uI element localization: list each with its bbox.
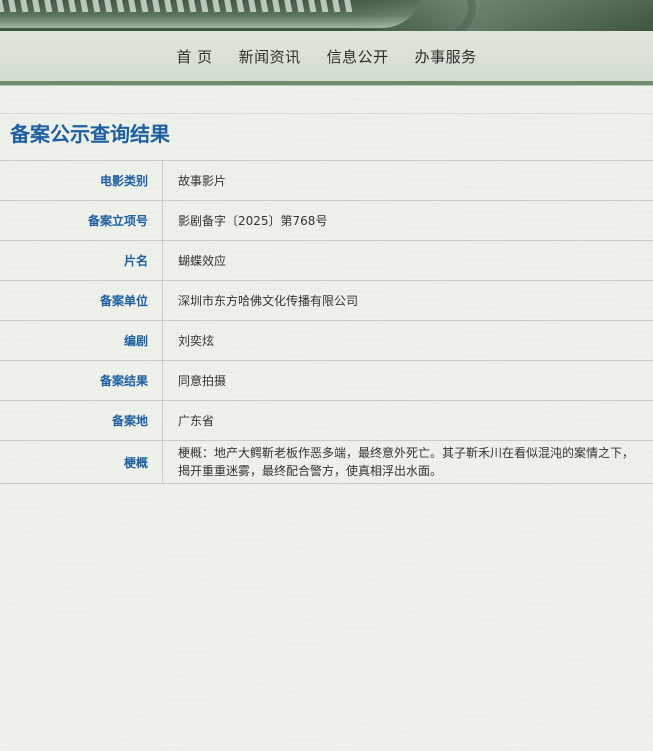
table-row: 电影类别 故事影片 bbox=[0, 161, 653, 201]
row-value-film-category: 故事影片 bbox=[178, 173, 227, 188]
table-row: 备案单位 深圳市东方哈佛文化传播有限公司 bbox=[0, 281, 653, 321]
table-row: 备案地 广东省 bbox=[0, 401, 653, 441]
nav-item-services[interactable]: 办事服务 bbox=[402, 46, 490, 67]
row-value-filing-result: 同意拍摄 bbox=[178, 373, 227, 388]
nav-item-news[interactable]: 新闻资讯 bbox=[226, 46, 314, 67]
row-label-filing-location: 备案地 bbox=[0, 401, 163, 440]
row-value-filing-number: 影剧备字〔2025〕第768号 bbox=[178, 213, 328, 228]
nav-item-home[interactable]: 首 页 bbox=[163, 46, 225, 67]
row-value-filing-location: 广东省 bbox=[178, 413, 215, 428]
table-row: 梗概 梗概：地产大鳄靳老板作恶多端，最终意外死亡。其子靳禾川在看似混沌的案情之下… bbox=[0, 441, 653, 484]
table-row: 片名 蝴蝶效应 bbox=[0, 241, 653, 281]
row-value-screenwriter: 刘奕炫 bbox=[178, 333, 215, 348]
table-row: 备案结果 同意拍摄 bbox=[0, 361, 653, 401]
row-label-screenwriter: 编剧 bbox=[0, 321, 163, 360]
table-row: 备案立项号 影剧备字〔2025〕第768号 bbox=[0, 201, 653, 241]
header-banner bbox=[0, 0, 653, 31]
row-label-film-title: 片名 bbox=[0, 241, 163, 280]
row-value-filing-unit: 深圳市东方哈佛文化传播有限公司 bbox=[178, 293, 359, 308]
record-table: 电影类别 故事影片 备案立项号 影剧备字〔2025〕第768号 片名 蝴蝶效应 … bbox=[0, 160, 653, 484]
row-label-synopsis: 梗概 bbox=[0, 441, 163, 483]
row-label-filing-number: 备案立项号 bbox=[0, 201, 163, 240]
main-content: 备案公示查询结果 电影类别 故事影片 备案立项号 影剧备字〔2025〕第768号… bbox=[0, 113, 653, 484]
row-label-filing-unit: 备案单位 bbox=[0, 281, 163, 320]
row-value-synopsis: 梗概：地产大鳄靳老板作恶多端，最终意外死亡。其子靳禾川在看似混沌的案情之下，揭开… bbox=[178, 446, 635, 478]
row-label-film-category: 电影类别 bbox=[0, 161, 163, 200]
nav-item-info-disclosure[interactable]: 信息公开 bbox=[314, 46, 402, 67]
row-label-filing-result: 备案结果 bbox=[0, 361, 163, 400]
table-row: 编剧 刘奕炫 bbox=[0, 321, 653, 361]
page-title: 备案公示查询结果 bbox=[0, 113, 653, 155]
main-nav: 首 页 新闻资讯 信息公开 办事服务 bbox=[0, 31, 653, 85]
row-value-film-title: 蝴蝶效应 bbox=[178, 253, 227, 268]
